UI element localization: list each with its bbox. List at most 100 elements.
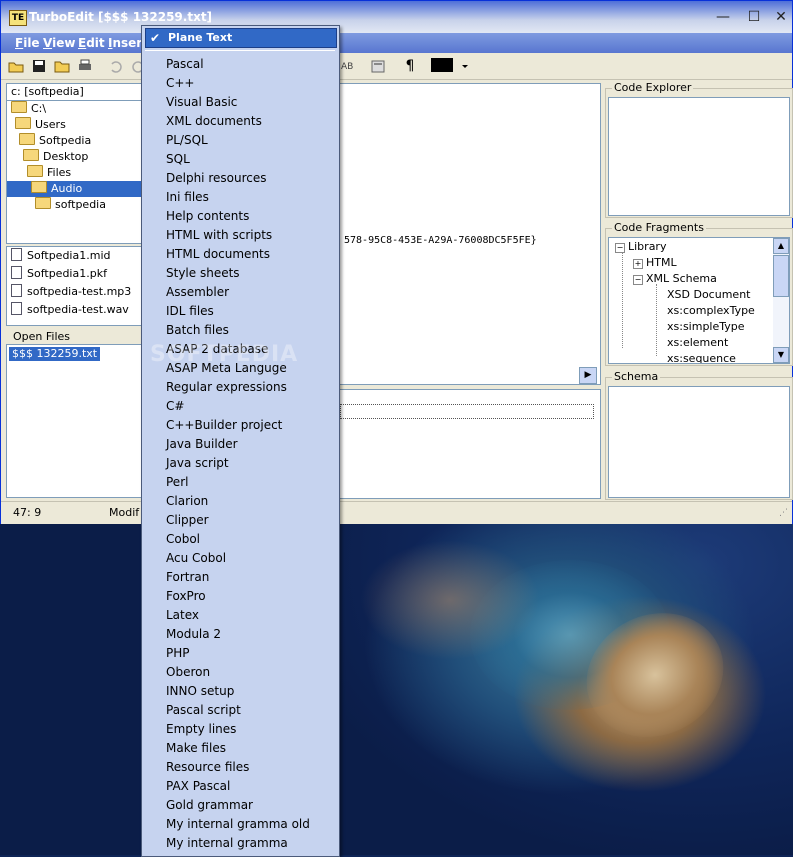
schema-panel: Schema bbox=[605, 370, 793, 500]
open-file-item[interactable]: $$$ 132259.txt bbox=[9, 347, 101, 361]
title-bar[interactable]: TE TurboEdit [$$$ 132259.txt] — ☐ ✕ bbox=[1, 1, 792, 33]
menu-item-gold-grammar[interactable]: Gold grammar bbox=[166, 796, 253, 815]
print-icon[interactable] bbox=[76, 57, 94, 75]
fragments-scrollbar[interactable]: ▲ ▼ bbox=[773, 238, 789, 363]
open-folder-icon[interactable] bbox=[7, 57, 25, 75]
menu-item-resource-files[interactable]: Resource files bbox=[166, 758, 249, 777]
replace-icon[interactable]: AB bbox=[339, 57, 357, 75]
maximize-button[interactable]: ☐ bbox=[745, 9, 763, 25]
menu-item-fortran[interactable]: Fortran bbox=[166, 568, 209, 587]
tree-item-files[interactable]: Files bbox=[27, 165, 71, 181]
folder-icon[interactable] bbox=[53, 57, 71, 75]
code-editor[interactable]: 578-95C8-453E-A29A-76008DC5F5FE} bbox=[339, 83, 601, 385]
code-fragments-label: Code Fragments bbox=[612, 221, 706, 234]
menu-item-xml-documents[interactable]: XML documents bbox=[166, 112, 262, 131]
output-line[interactable] bbox=[340, 404, 594, 419]
menu-item-pax-pascal[interactable]: PAX Pascal bbox=[166, 777, 230, 796]
fragment-simple-type[interactable]: xs:simpleType bbox=[667, 319, 745, 335]
tree-item-softpedia[interactable]: Softpedia bbox=[19, 133, 91, 149]
menu-item-assembler[interactable]: Assembler bbox=[166, 283, 229, 302]
tree-item-users[interactable]: Users bbox=[15, 117, 66, 133]
menu-item-c[interactable]: C++ bbox=[166, 74, 195, 93]
code-explorer-body[interactable] bbox=[608, 97, 790, 216]
menu-item-delphi-resources[interactable]: Delphi resources bbox=[166, 169, 266, 188]
menu-item-my-internal-gramma-old[interactable]: My internal gramma old bbox=[166, 815, 310, 834]
fragment-sequence[interactable]: xs:sequence bbox=[667, 351, 736, 363]
resize-grip-icon[interactable]: ⋰ bbox=[779, 508, 788, 518]
file-item[interactable]: softpedia-test.wav bbox=[11, 302, 129, 318]
fragment-xml-schema[interactable]: − XML Schema bbox=[633, 271, 717, 287]
fragment-xsd-document[interactable]: XSD Document bbox=[667, 287, 750, 303]
menu-item-my-internal-gramma[interactable]: My internal gramma bbox=[166, 834, 288, 853]
menu-item-ini-files[interactable]: Ini files bbox=[166, 188, 209, 207]
menu-item-perl[interactable]: Perl bbox=[166, 473, 188, 492]
tree-line bbox=[622, 252, 623, 348]
tree-item-audio[interactable]: Audio bbox=[7, 181, 143, 197]
properties-icon[interactable] bbox=[369, 57, 387, 75]
menu-item-plane-text[interactable]: ✔ Plane Text bbox=[145, 28, 337, 48]
menu-item-c-builder-project[interactable]: C++Builder project bbox=[166, 416, 282, 435]
menu-item-java-builder[interactable]: Java Builder bbox=[166, 435, 238, 454]
wallpaper-shoal bbox=[360, 540, 540, 660]
minimize-button[interactable]: — bbox=[714, 9, 732, 25]
scroll-right-button[interactable]: ▶ bbox=[579, 367, 597, 384]
menu-item-html-with-scripts[interactable]: HTML with scripts bbox=[166, 226, 272, 245]
file-item[interactable]: Softpedia1.mid bbox=[11, 248, 110, 264]
menu-item-idl-files[interactable]: IDL files bbox=[166, 302, 214, 321]
menu-item-regular-expressions[interactable]: Regular expressions bbox=[166, 378, 287, 397]
tree-item-c[interactable]: C:\ bbox=[11, 101, 46, 117]
menu-item-clarion[interactable]: Clarion bbox=[166, 492, 208, 511]
menu-item-java-script[interactable]: Java script bbox=[166, 454, 229, 473]
fragment-element[interactable]: xs:element bbox=[667, 335, 728, 351]
menu-item-foxpro[interactable]: FoxPro bbox=[166, 587, 206, 606]
undo-icon[interactable] bbox=[107, 57, 125, 75]
menu-item-acu-cobol[interactable]: Acu Cobol bbox=[166, 549, 226, 568]
file-item[interactable]: softpedia-test.mp3 bbox=[11, 284, 131, 300]
scroll-thumb[interactable] bbox=[773, 255, 789, 297]
menu-item-clipper[interactable]: Clipper bbox=[166, 511, 209, 530]
menu-item-visual-basic[interactable]: Visual Basic bbox=[166, 93, 237, 112]
close-button[interactable]: ✕ bbox=[772, 9, 790, 25]
menu-item-pascal[interactable]: Pascal bbox=[166, 55, 204, 74]
menu-item-cobol[interactable]: Cobol bbox=[166, 530, 200, 549]
file-item[interactable]: Softpedia1.pkf bbox=[11, 266, 107, 282]
fragment-html[interactable]: + HTML bbox=[633, 255, 677, 271]
color-swatch[interactable] bbox=[431, 58, 453, 72]
scroll-down-icon[interactable]: ▼ bbox=[773, 347, 789, 363]
fragment-library[interactable]: − Library bbox=[615, 239, 666, 255]
menu-item-empty-lines[interactable]: Empty lines bbox=[166, 720, 236, 739]
menu-item-make-files[interactable]: Make files bbox=[166, 739, 226, 758]
menu-item-html-documents[interactable]: HTML documents bbox=[166, 245, 270, 264]
menu-item-php[interactable]: PHP bbox=[166, 644, 190, 663]
menu-item-batch-files[interactable]: Batch files bbox=[166, 321, 229, 340]
menu-item-help-contents[interactable]: Help contents bbox=[166, 207, 249, 226]
scroll-up-icon[interactable]: ▲ bbox=[773, 238, 789, 254]
menu-item-modula-2[interactable]: Modula 2 bbox=[166, 625, 221, 644]
menu-bar: File View Edit Insert bbox=[1, 33, 792, 53]
menu-item-sql[interactable]: SQL bbox=[166, 150, 190, 169]
collapse-icon[interactable]: − bbox=[633, 275, 643, 285]
menu-item-pl-sql[interactable]: PL/SQL bbox=[166, 131, 208, 150]
schema-body[interactable] bbox=[608, 386, 790, 498]
drive-combo[interactable]: c: [softpedia] bbox=[6, 83, 144, 101]
chevron-down-icon[interactable] bbox=[459, 57, 471, 75]
code-fragments-tree[interactable]: − Library + HTML − XML Schema XSD Document … bbox=[608, 237, 790, 364]
save-icon[interactable] bbox=[30, 57, 48, 75]
menu-item-pascal-script[interactable]: Pascal script bbox=[166, 701, 241, 720]
tree-item-desktop[interactable]: Desktop bbox=[23, 149, 88, 165]
toolbar: AB ¶ bbox=[1, 53, 792, 80]
cursor-position: 47: 9 bbox=[13, 506, 42, 519]
menu-item-latex[interactable]: Latex bbox=[166, 606, 199, 625]
expand-icon[interactable]: + bbox=[633, 259, 643, 269]
menu-item-style-sheets[interactable]: Style sheets bbox=[166, 264, 240, 283]
menu-item-c[interactable]: C# bbox=[166, 397, 184, 416]
menu-edit[interactable]: Edit bbox=[78, 36, 105, 50]
menu-view[interactable]: View bbox=[43, 36, 75, 50]
collapse-icon[interactable]: − bbox=[615, 243, 625, 253]
tree-item-softpedia-sub[interactable]: softpedia bbox=[35, 197, 106, 213]
pilcrow-button[interactable]: ¶ bbox=[401, 57, 419, 75]
fragment-complex-type[interactable]: xs:complexType bbox=[667, 303, 755, 319]
menu-file[interactable]: File bbox=[15, 36, 40, 50]
menu-item-inno-setup[interactable]: INNO setup bbox=[166, 682, 234, 701]
menu-item-oberon[interactable]: Oberon bbox=[166, 663, 210, 682]
